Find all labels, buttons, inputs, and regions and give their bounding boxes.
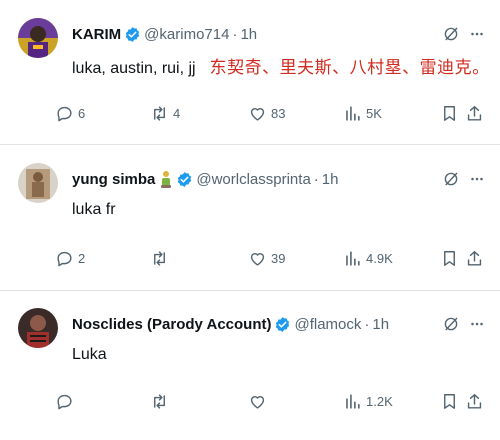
views-button[interactable]: 5K (343, 102, 382, 124)
avatar[interactable] (18, 308, 58, 348)
share-icon (467, 393, 482, 409)
avatar-image (18, 308, 58, 348)
tweet-1[interactable]: KARIM @karimo714 · 1h luka, austin, rui,… (0, 0, 500, 145)
reply-button[interactable] (55, 390, 78, 412)
handle[interactable]: @karimo714 (144, 26, 229, 43)
bookmark-button[interactable] (440, 102, 459, 124)
like-icon (250, 252, 265, 266)
tweet-text-original: Luka (72, 346, 107, 363)
bookmark-button[interactable] (440, 390, 459, 412)
like-icon (250, 107, 265, 121)
views-count: 4.9K (366, 250, 393, 266)
more-icon[interactable] (468, 170, 486, 188)
like-button[interactable]: 83 (248, 102, 285, 124)
reply-button[interactable]: 6 (55, 102, 85, 124)
like-button[interactable] (248, 390, 271, 412)
share-button[interactable] (465, 390, 484, 412)
action-bar: 2 39 4.9K (0, 247, 500, 269)
views-icon (346, 393, 360, 409)
share-button[interactable] (465, 247, 484, 269)
retweet-button[interactable] (150, 390, 173, 412)
retweet-button[interactable]: 4 (150, 102, 180, 124)
timestamp[interactable]: 1h (322, 171, 339, 188)
retweet-icon (154, 393, 165, 409)
tweet-text-original: luka fr (72, 201, 116, 218)
tweet-text: luka, austin, rui, jj 东契奇、里夫斯、八村塁、雷迪克。 (72, 53, 490, 78)
tweet-header: KARIM @karimo714 · 1h (72, 24, 257, 44)
lion-emoji-icon (161, 171, 172, 188)
tweet-feed: KARIM @karimo714 · 1h luka, austin, rui,… (0, 0, 500, 440)
reply-icon (57, 251, 72, 266)
share-icon (467, 105, 482, 121)
reply-count: 6 (78, 105, 86, 121)
handle[interactable]: @flamock (294, 316, 361, 333)
like-count: 83 (271, 105, 286, 121)
verified-badge-icon (126, 26, 140, 42)
like-icon (250, 395, 265, 409)
avatar[interactable] (18, 163, 58, 203)
grok-icon[interactable] (442, 315, 460, 333)
more-icon[interactable] (468, 315, 486, 333)
share-button[interactable] (465, 102, 484, 124)
reply-icon (57, 394, 72, 409)
display-name[interactable]: Nosclides (Parody Account) (72, 316, 271, 333)
grok-icon[interactable] (442, 25, 460, 43)
timestamp[interactable]: 1h (372, 316, 389, 333)
tweet-3[interactable]: Nosclides (Parody Account) @flamock · 1h… (0, 290, 500, 440)
views-icon (346, 105, 360, 121)
tweet-2[interactable]: yung simba @worlclassprinta · 1h luka fr… (0, 145, 500, 290)
verified-badge-icon (178, 171, 192, 187)
more-icon[interactable] (468, 25, 486, 43)
views-button[interactable]: 1.2K (343, 390, 393, 412)
retweet-count: 4 (173, 105, 181, 121)
separator-dot: · (364, 315, 370, 333)
reply-count: 2 (78, 250, 86, 266)
avatar-image (18, 163, 58, 203)
retweet-icon (154, 105, 165, 121)
views-button[interactable]: 4.9K (343, 247, 393, 269)
like-count: 39 (271, 250, 286, 266)
like-button[interactable]: 39 (248, 247, 285, 269)
verified-badge-icon (276, 316, 290, 332)
reply-icon (57, 106, 72, 121)
timestamp[interactable]: 1h (240, 26, 257, 43)
retweet-button[interactable] (150, 247, 173, 269)
tweet-text: luka fr (72, 201, 116, 219)
action-bar: 6 4 83 5K (0, 102, 500, 124)
avatar[interactable] (18, 18, 58, 58)
bookmark-button[interactable] (440, 247, 459, 269)
bookmark-icon (444, 393, 455, 409)
bookmark-icon (444, 105, 455, 121)
share-icon (467, 250, 482, 266)
tweet-text: Luka (72, 346, 107, 364)
bookmark-icon (444, 250, 455, 266)
retweet-icon (154, 250, 165, 266)
views-icon (346, 250, 360, 266)
handle[interactable]: @worlclassprinta (196, 171, 310, 188)
views-count: 5K (366, 105, 382, 121)
avatar-image (18, 18, 58, 58)
tweet-text-original: luka, austin, rui, jj (72, 60, 196, 77)
separator-dot: · (232, 25, 238, 43)
translation-overlay: 东契奇、里夫斯、八村塁、雷迪克。 (209, 58, 490, 77)
display-name[interactable]: KARIM (72, 26, 121, 43)
display-name[interactable]: yung simba (72, 171, 155, 188)
tweet-header: yung simba @worlclassprinta · 1h (72, 169, 338, 189)
tweet-header: Nosclides (Parody Account) @flamock · 1h (72, 314, 389, 334)
separator-dot: · (313, 170, 319, 188)
views-count: 1.2K (366, 393, 393, 409)
reply-button[interactable]: 2 (55, 247, 85, 269)
action-bar: 1.2K (0, 390, 500, 412)
grok-icon[interactable] (442, 170, 460, 188)
